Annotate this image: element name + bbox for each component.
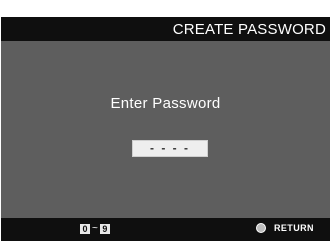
screen-title: CREATE PASSWORD [172,21,326,38]
password-panel: Enter Password - - - - [1,41,330,218]
password-screen: CREATE PASSWORD Enter Password - - - - 0… [0,0,331,241]
key-range-separator: ~ [92,223,98,234]
number-keys-hint: 0 ~ 9 [80,224,110,234]
return-label: RETURN [274,223,314,233]
circle-button-icon [256,223,266,233]
password-prompt: Enter Password [110,95,221,112]
key-9-icon: 9 [99,224,110,234]
key-0-icon: 0 [80,224,90,234]
return-button[interactable]: RETURN [256,223,314,233]
password-input[interactable]: - - - - [132,140,208,157]
footer-bar: 0 ~ 9 RETURN [1,218,330,241]
title-bar: CREATE PASSWORD [1,17,330,41]
